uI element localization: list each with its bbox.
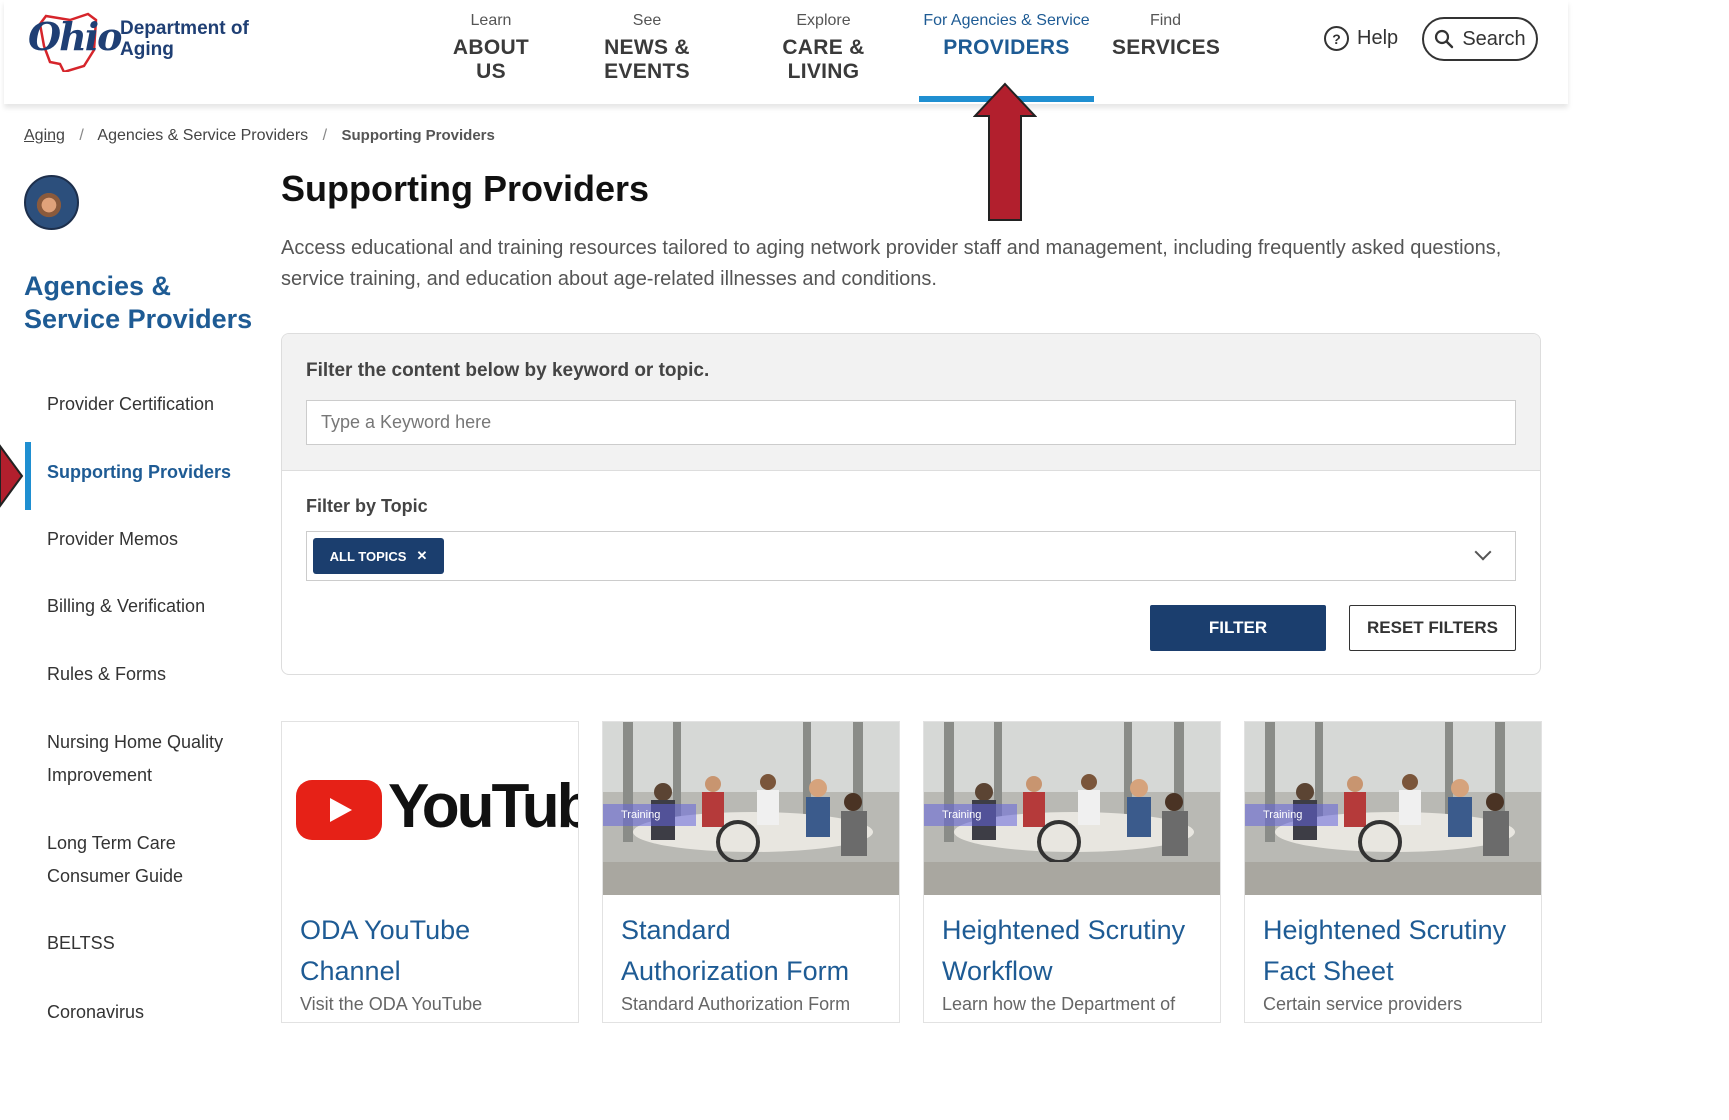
nav-care-living-kicker: Explore: [796, 12, 851, 29]
chevron-down-icon[interactable]: [1474, 543, 1492, 561]
sidebar-item-nursing-home-quality[interactable]: Nursing Home Quality Improvement: [47, 726, 262, 792]
card-description: Visit the ODA YouTube: [300, 994, 483, 1014]
help-label: Help: [1357, 27, 1399, 49]
card-title[interactable]: Heightened Scrutiny Workflow: [942, 910, 1212, 992]
reset-filters-button[interactable]: RESET FILTERS: [1349, 605, 1516, 651]
breadcrumb: Aging / Agencies & Service Providers / S…: [24, 127, 495, 145]
nav-about-us[interactable]: Learn ABOUT US: [435, 12, 547, 84]
department-line-2: Aging: [120, 39, 174, 60]
search-button[interactable]: Search: [1422, 17, 1538, 61]
remove-chip-icon[interactable]: ✕: [416, 548, 427, 564]
ohio-wordmark: Ohio: [28, 14, 123, 59]
breadcrumb-agencies[interactable]: Agencies & Service Providers: [97, 127, 308, 144]
nav-news-events-label: NEWS & EVENTS: [604, 36, 690, 83]
breadcrumb-aging[interactable]: Aging: [24, 127, 65, 144]
resource-card[interactable]: Training Heightened Scrutiny Workflow Le…: [923, 721, 1221, 1023]
page-canvas: Ohio Department of Aging Learn ABOUT US …: [0, 0, 1568, 1023]
breadcrumb-separator: /: [79, 127, 84, 144]
sidebar-item-provider-memos[interactable]: Provider Memos: [47, 523, 262, 556]
keyword-input[interactable]: [306, 400, 1516, 445]
annotation-arrow-up-icon: [973, 82, 1037, 221]
search-label: Search: [1462, 27, 1526, 50]
youtube-wordmark: YouTube: [388, 772, 578, 841]
nav-care-living[interactable]: Explore CARE & LIVING: [746, 12, 901, 84]
site-header: Ohio Department of Aging Learn ABOUT US …: [4, 0, 1568, 104]
nav-providers-kicker: For Agencies & Service: [923, 12, 1090, 29]
nav-care-living-label: CARE & LIVING: [782, 36, 865, 83]
annotation-arrow-right-icon: [0, 444, 24, 508]
department-name: Department of Aging: [120, 18, 249, 60]
card-title[interactable]: Heightened Scrutiny Fact Sheet: [1263, 910, 1533, 992]
card-image: Training: [924, 722, 1220, 895]
sidebar-title[interactable]: Agencies & Service Providers: [24, 270, 264, 336]
help-link[interactable]: ? Help: [1324, 26, 1398, 51]
resource-card[interactable]: Training Standard Authorization Form Sta…: [602, 721, 900, 1023]
question-circle-icon: ?: [1324, 26, 1349, 51]
keyword-filter-section: Filter the content below by keyword or t…: [282, 334, 1540, 471]
filter-instructions: Filter the content below by keyword or t…: [306, 360, 710, 381]
sidebar-item-supporting-providers[interactable]: Supporting Providers: [47, 456, 262, 489]
training-tag: Training: [603, 804, 696, 826]
topic-filter-label: Filter by Topic: [306, 496, 428, 516]
card-image: YouTube: [282, 722, 578, 895]
sidebar-item-provider-certification[interactable]: Provider Certification: [47, 388, 262, 421]
department-line-1: Department of: [120, 18, 249, 39]
breadcrumb-current: Supporting Providers: [341, 127, 495, 144]
card-description: Certain service providers: [1263, 994, 1463, 1014]
breadcrumb-separator: /: [322, 127, 328, 144]
filter-button[interactable]: FILTER: [1150, 605, 1326, 651]
resource-card[interactable]: YouTube ODA YouTube Channel Visit the OD…: [281, 721, 579, 1023]
card-title[interactable]: ODA YouTube Channel: [300, 910, 570, 992]
filter-panel: Filter the content below by keyword or t…: [281, 333, 1541, 675]
nav-services-label: SERVICES: [1112, 36, 1221, 59]
page-intro: Access educational and training resource…: [281, 237, 1502, 290]
youtube-play-icon: [296, 780, 382, 840]
youtube-logo: YouTube: [296, 772, 578, 841]
page-title: Supporting Providers: [281, 168, 650, 209]
training-tag: Training: [1245, 804, 1338, 826]
card-description: Standard Authorization Form: [621, 994, 851, 1014]
card-image: Training: [603, 722, 899, 895]
nav-services-kicker: Find: [1149, 12, 1182, 29]
sidebar-active-indicator: [25, 442, 31, 510]
ohio-state-mark: Ohio: [26, 10, 123, 74]
nav-providers-label: PROVIDERS: [943, 36, 1070, 59]
resource-card[interactable]: Training Heightened Scrutiny Fact Sheet …: [1244, 721, 1542, 1023]
topic-chip-all-topics[interactable]: ALL TOPICS ✕: [313, 538, 444, 574]
search-icon: [1435, 29, 1454, 49]
nav-about-us-label: ABOUT US: [452, 36, 530, 83]
sidebar-item-billing-verification[interactable]: Billing & Verification: [47, 590, 262, 623]
ohio-aging-logo[interactable]: Ohio Department of Aging: [26, 8, 276, 74]
sidebar-item-ltc-consumer-guide[interactable]: Long Term Care Consumer Guide: [47, 827, 262, 893]
card-image: Training: [1245, 722, 1541, 895]
section-avatar-image: [24, 175, 79, 230]
training-tag: Training: [924, 804, 1017, 826]
nav-services[interactable]: Find SERVICES: [1112, 12, 1221, 60]
nav-providers[interactable]: For Agencies & Service PROVIDERS: [914, 12, 1099, 60]
nav-news-events-kicker: See: [632, 12, 662, 29]
topic-select[interactable]: ALL TOPICS ✕: [306, 531, 1516, 581]
card-title[interactable]: Standard Authorization Form: [621, 910, 891, 992]
topic-chip-label: ALL TOPICS: [329, 548, 407, 564]
sidebar-item-coronavirus[interactable]: Coronavirus: [47, 996, 262, 1018]
sidebar-item-beltss[interactable]: BELTSS: [47, 927, 262, 960]
nav-news-events[interactable]: See NEWS & EVENTS: [562, 12, 732, 84]
card-description: Learn how the Department of: [942, 994, 1176, 1014]
nav-about-us-kicker: Learn: [470, 12, 512, 29]
sidebar-item-rules-forms[interactable]: Rules & Forms: [47, 658, 262, 691]
